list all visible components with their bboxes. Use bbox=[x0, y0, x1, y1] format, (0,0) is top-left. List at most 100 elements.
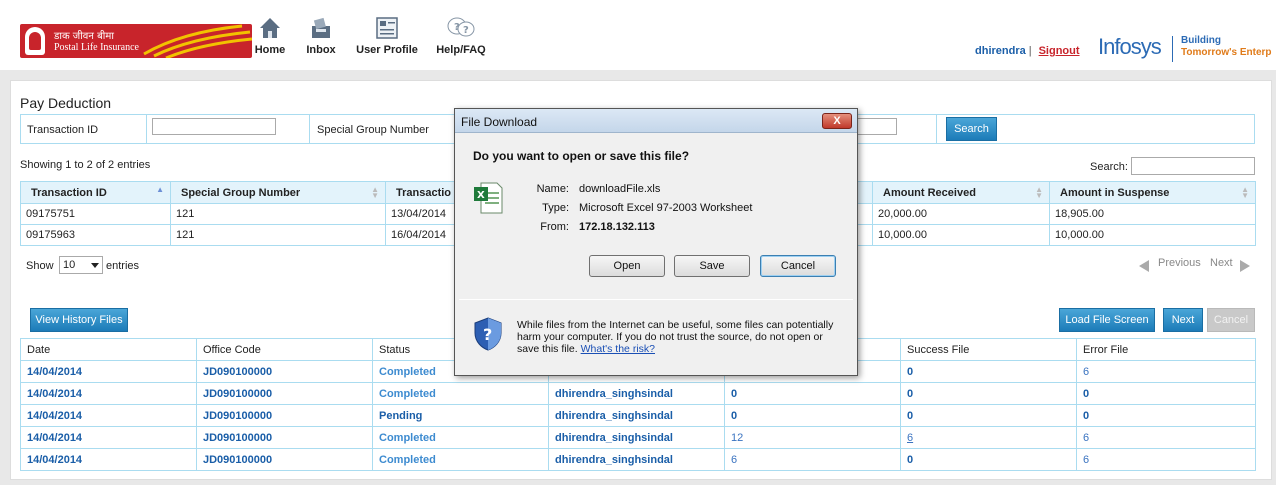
sort-icon: ▲ ▼ bbox=[1035, 185, 1043, 200]
tagline-building: Building bbox=[1181, 35, 1221, 46]
cell-office[interactable]: JD090100000 bbox=[196, 448, 373, 471]
col-special-group-label: Special Group Number bbox=[181, 186, 301, 199]
user-separator: | bbox=[1028, 45, 1032, 57]
cell-success: 0 bbox=[900, 360, 1077, 383]
close-button[interactable]: X bbox=[822, 113, 852, 129]
svg-text:?: ? bbox=[483, 325, 492, 344]
save-button[interactable]: Save bbox=[674, 255, 750, 277]
file-name: downloadFile.xls bbox=[579, 183, 661, 195]
cell-error: 0 bbox=[1076, 382, 1256, 405]
file-source: 172.18.132.113 bbox=[579, 221, 655, 233]
cell-office[interactable]: JD090100000 bbox=[196, 404, 373, 427]
table-search-input[interactable] bbox=[1131, 157, 1255, 175]
nav-inbox[interactable]: Inbox bbox=[304, 16, 338, 60]
dialog-title-bar[interactable]: File Download X bbox=[455, 109, 857, 133]
hand-emblem-icon bbox=[25, 27, 45, 55]
col-transaction-date-label: Transactio bbox=[396, 186, 452, 199]
open-button[interactable]: Open bbox=[589, 255, 665, 277]
previous-link[interactable]: Previous bbox=[1158, 257, 1201, 269]
nav-inbox-label: Inbox bbox=[306, 44, 336, 56]
cell-office[interactable]: JD090100000 bbox=[196, 382, 373, 405]
nav-help-faq[interactable]: ? ? Help/FAQ bbox=[432, 16, 490, 60]
from-label: From: bbox=[540, 221, 569, 233]
cell-status: Pending bbox=[372, 404, 549, 427]
infosys-logo: Infosys bbox=[1098, 34, 1162, 59]
cell-office[interactable]: JD090100000 bbox=[196, 360, 373, 383]
user-profile-icon bbox=[376, 17, 398, 39]
help-icon: ? ? bbox=[447, 17, 475, 37]
cell-group: 121 bbox=[170, 224, 386, 246]
dialog-cancel-button[interactable]: Cancel bbox=[760, 255, 836, 277]
filter-divider bbox=[309, 115, 310, 143]
table-row[interactable]: 14/04/2014 JD090100000 Pending dhirendra… bbox=[20, 404, 1256, 427]
dialog-divider bbox=[459, 299, 853, 300]
postal-life-insurance-logo[interactable]: डाक जीवन बीमा Postal Life Insurance bbox=[20, 24, 252, 58]
col-special-group[interactable]: Special Group Number ▲ ▼ bbox=[170, 181, 386, 204]
svg-text:?: ? bbox=[454, 22, 460, 33]
security-warning: While files from the Internet can be use… bbox=[517, 319, 847, 355]
sort-icon: ▲ ▼ bbox=[1241, 185, 1249, 200]
col-amount-received[interactable]: Amount Received ▲ ▼ bbox=[872, 181, 1050, 204]
svg-text:?: ? bbox=[463, 25, 469, 36]
header: डाक जीवन बीमा Postal Life Insurance Home… bbox=[0, 0, 1276, 70]
security-shield-icon: ? bbox=[474, 317, 502, 351]
transaction-id-input[interactable] bbox=[152, 118, 276, 135]
cell-user: dhirendra_singhsindal bbox=[548, 382, 725, 405]
cell-total[interactable]: 12 bbox=[724, 426, 901, 449]
table-row[interactable]: 14/04/2014 JD090100000 Completed dhirend… bbox=[20, 448, 1256, 471]
next-page-link[interactable]: Next bbox=[1210, 257, 1233, 269]
cell-error[interactable]: 6 bbox=[1076, 426, 1256, 449]
table-row[interactable]: 14/04/2014 JD090100000 Completed dhirend… bbox=[20, 426, 1256, 449]
col-amount-suspense[interactable]: Amount in Suspense ▲ ▼ bbox=[1049, 181, 1256, 204]
sort-icon: ▲ ▼ bbox=[371, 185, 379, 200]
next-button[interactable]: Next bbox=[1163, 308, 1203, 332]
cell-date[interactable]: 14/04/2014 bbox=[20, 360, 197, 383]
sort-asc-icon: ▲ bbox=[156, 185, 164, 194]
col-office-code: Office Code bbox=[196, 338, 373, 361]
dialog-title: File Download bbox=[461, 115, 538, 129]
next-arrow-icon[interactable] bbox=[1240, 260, 1250, 272]
view-history-files-button[interactable]: View History Files bbox=[30, 308, 128, 332]
username: dhirendra bbox=[975, 45, 1026, 57]
col-error-file: Error File bbox=[1076, 338, 1256, 361]
nav-home-label: Home bbox=[254, 44, 286, 56]
cell-received: 20,000.00 bbox=[872, 203, 1050, 225]
file-download-dialog: File Download X Do you want to open or s… bbox=[454, 108, 858, 376]
page-size-select[interactable]: 10 bbox=[59, 256, 103, 274]
cell-date[interactable]: 14/04/2014 bbox=[20, 426, 197, 449]
cell-user: dhirendra_singhsindal bbox=[548, 404, 725, 427]
cell-total[interactable]: 6 bbox=[724, 448, 901, 471]
col-transaction-id[interactable]: Transaction ID ▲ bbox=[20, 181, 171, 204]
nav-user-profile[interactable]: User Profile bbox=[352, 16, 422, 60]
cell-received: 10,000.00 bbox=[872, 224, 1050, 246]
entries-label: entries bbox=[106, 260, 140, 272]
cell-error[interactable]: 6 bbox=[1076, 360, 1256, 383]
cell-error[interactable]: 6 bbox=[1076, 448, 1256, 471]
cancel-button: Cancel bbox=[1207, 308, 1255, 332]
table-row[interactable]: 14/04/2014 JD090100000 Completed dhirend… bbox=[20, 382, 1256, 405]
filter-divider bbox=[146, 115, 147, 143]
cell-total: 0 bbox=[724, 404, 901, 427]
whats-the-risk-link[interactable]: What's the risk? bbox=[581, 343, 655, 355]
show-label: Show bbox=[26, 260, 54, 272]
cell-date[interactable]: 14/04/2014 bbox=[20, 382, 197, 405]
signout-link[interactable]: Signout bbox=[1039, 45, 1080, 57]
search-button[interactable]: Search bbox=[946, 117, 997, 141]
cell-status: Completed bbox=[372, 382, 549, 405]
postal-horn-stripes-icon bbox=[143, 24, 252, 58]
cell-date[interactable]: 14/04/2014 bbox=[20, 448, 197, 471]
inbox-icon bbox=[312, 17, 330, 38]
cell-success[interactable]: 6 bbox=[900, 426, 1077, 449]
cell-date[interactable]: 14/04/2014 bbox=[20, 404, 197, 427]
tagline-tomorrows-enterprise: Tomorrow's Enterp bbox=[1181, 47, 1272, 58]
cell-office[interactable]: JD090100000 bbox=[196, 426, 373, 449]
special-group-input[interactable] bbox=[857, 118, 897, 135]
dialog-question: Do you want to open or save this file? bbox=[473, 149, 690, 163]
load-file-screen-button[interactable]: Load File Screen bbox=[1059, 308, 1155, 332]
nav-user-profile-label: User Profile bbox=[356, 44, 418, 56]
cell-group: 121 bbox=[170, 203, 386, 225]
previous-arrow-icon[interactable] bbox=[1139, 260, 1149, 272]
cell-user: dhirendra_singhsindal bbox=[548, 426, 725, 449]
type-label: Type: bbox=[542, 202, 569, 214]
nav-home[interactable]: Home bbox=[252, 16, 288, 60]
